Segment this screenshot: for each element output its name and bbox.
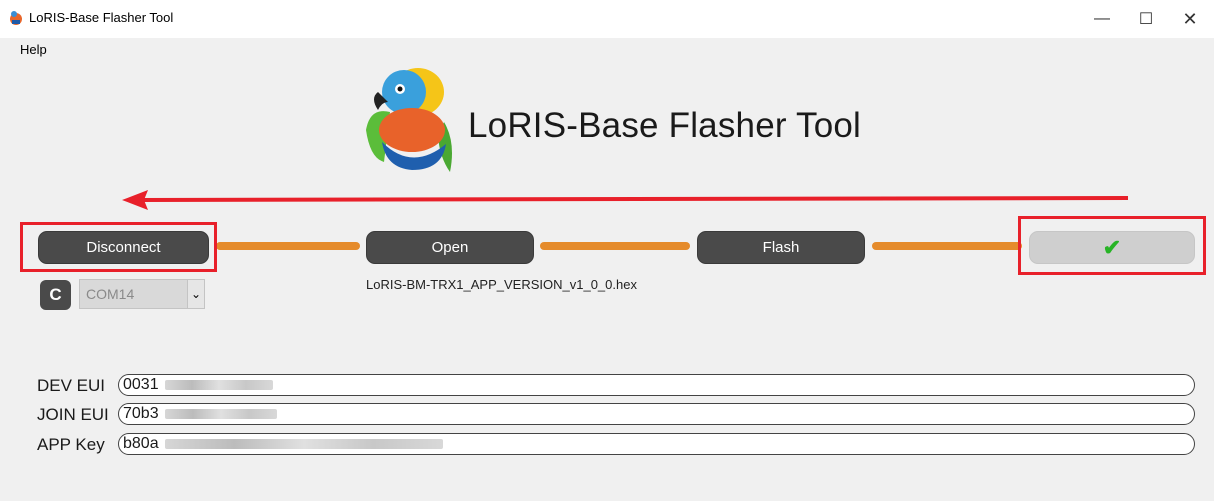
- step-connector: [540, 242, 690, 250]
- app-key-value: b80a: [123, 435, 159, 452]
- app-title: LoRIS-Base Flasher Tool: [468, 106, 862, 145]
- dev-eui-label: DEV EUI: [37, 376, 106, 395]
- minimize-icon[interactable]: —: [1080, 4, 1124, 34]
- redacted-text: [164, 409, 277, 419]
- join-eui-label: JOIN EUI: [37, 405, 109, 424]
- parrot-logo-icon: [366, 68, 452, 172]
- app-key-field[interactable]: b80a: [118, 433, 1195, 455]
- open-button[interactable]: Open: [366, 231, 534, 264]
- chevron-down-icon[interactable]: ⌄: [187, 280, 204, 308]
- menu-bar: Help: [0, 38, 1214, 58]
- dev-eui-field[interactable]: 0031: [118, 374, 1195, 396]
- step-connector: [872, 242, 1022, 250]
- window-title: LoRIS-Base Flasher Tool: [29, 10, 174, 25]
- refresh-ports-button[interactable]: C: [40, 280, 71, 310]
- title-bar: LoRIS-Base Flasher Tool — ☐ ✕: [0, 0, 1214, 38]
- highlight-box-success: [1018, 216, 1206, 275]
- redacted-text: [164, 380, 273, 390]
- annotation-arrow: [122, 190, 1129, 210]
- app-icon: [10, 11, 22, 25]
- highlight-box-disconnect: [20, 222, 217, 272]
- join-eui-field[interactable]: 70b3: [118, 403, 1195, 425]
- app-key-label: APP Key: [37, 435, 105, 454]
- selected-file-name: LoRIS-BM-TRX1_APP_VERSION_v1_0_0.hex: [366, 277, 637, 292]
- join-eui-value: 70b3: [123, 405, 159, 422]
- dev-eui-value: 0031: [123, 376, 159, 393]
- step-connector: [216, 242, 360, 250]
- maximize-icon[interactable]: ☐: [1124, 4, 1168, 34]
- redacted-text: [164, 439, 443, 449]
- close-icon[interactable]: ✕: [1168, 4, 1212, 34]
- com-port-select[interactable]: COM14 ⌄: [79, 279, 205, 309]
- menu-help[interactable]: Help: [20, 42, 47, 57]
- com-port-value: COM14: [86, 286, 135, 302]
- flash-button[interactable]: Flash: [697, 231, 865, 264]
